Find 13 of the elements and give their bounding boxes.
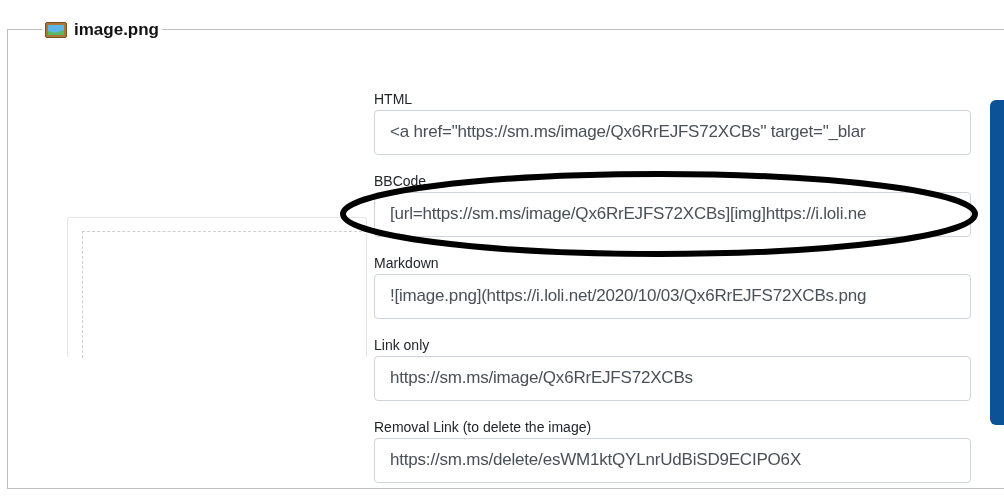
- field-label: HTML: [374, 89, 414, 108]
- text-field[interactable]: https://sm.ms/delete/esWM1ktQYLnrUdBiSD9ECIPO6X: [374, 437, 971, 483]
- field-label: Link only: [374, 335, 431, 354]
- field-label: BBCode: [374, 171, 428, 190]
- side-tab[interactable]: [990, 100, 1004, 425]
- field-label: Removal Link (to delete the image): [374, 417, 593, 436]
- picture-file-icon: [45, 21, 67, 38]
- text-field[interactable]: https://sm.ms/image/Qx6RrEJFS72XCBs: [374, 355, 971, 401]
- text-field[interactable]: <a href="https://sm.ms/image/Qx6RrEJFS72XCBs" target="_blar: [374, 109, 971, 155]
- field-label: Markdown: [374, 253, 440, 272]
- panel-title: image.png: [74, 19, 159, 41]
- text-field[interactable]: ![image.png](https://i.loli.net/2020/10/03/Qx6RrEJFS72XCBs.png: [374, 273, 971, 319]
- text-field[interactable]: [url=https://sm.ms/image/Qx6RrEJFS72XCBs][img]https://i.loli.ne: [374, 191, 971, 237]
